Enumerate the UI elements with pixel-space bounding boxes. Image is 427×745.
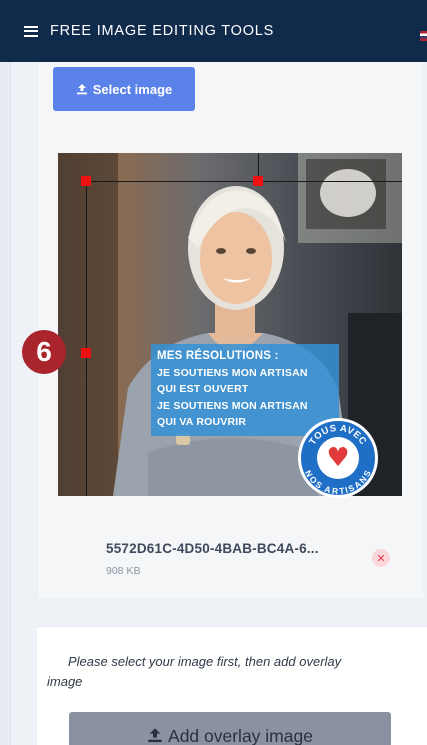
crop-handle-middle-left[interactable] bbox=[81, 348, 91, 358]
crop-handle-top-middle[interactable] bbox=[253, 176, 263, 186]
overlay-hint-text: Please select your image first, then add… bbox=[47, 654, 342, 689]
crop-handle-top-left[interactable] bbox=[81, 176, 91, 186]
file-name: 5572D61C-4D50-4BAB-BC4A-6... bbox=[106, 541, 319, 556]
select-image-button[interactable]: Select image bbox=[53, 67, 195, 111]
top-navbar: FREE IMAGE EDITING TOOLS bbox=[0, 0, 427, 62]
hamburger-menu-icon[interactable] bbox=[24, 25, 38, 37]
remove-file-button[interactable]: ✕ bbox=[372, 549, 390, 567]
upload-icon bbox=[148, 728, 162, 743]
crop-frame[interactable] bbox=[86, 181, 402, 496]
add-overlay-image-button[interactable]: Add overlay image bbox=[69, 712, 391, 745]
us-flag-icon[interactable] bbox=[420, 31, 427, 41]
step-number-badge: 6 bbox=[22, 330, 66, 374]
left-rail bbox=[0, 62, 11, 745]
upload-icon bbox=[76, 84, 87, 95]
close-icon: ✕ bbox=[376, 551, 386, 565]
app-title: FREE IMAGE EDITING TOOLS bbox=[50, 23, 275, 39]
select-image-label: Select image bbox=[92, 81, 173, 97]
add-overlay-image-label: Add overlay image bbox=[168, 726, 313, 745]
file-size: 908 KB bbox=[106, 565, 141, 577]
